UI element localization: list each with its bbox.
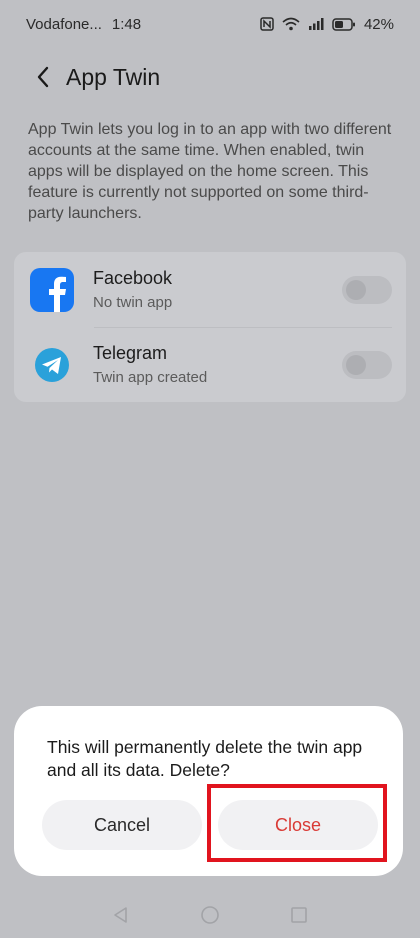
nav-recents-icon[interactable] [288,904,310,926]
nfc-icon [260,17,274,31]
cancel-button[interactable]: Cancel [42,800,202,850]
twin-toggle-telegram[interactable] [342,350,392,379]
status-bar: Vodafone... 1:48 42% [0,0,420,48]
app-row-telegram[interactable]: Telegram Twin app created [14,327,406,402]
wifi-icon [282,17,300,31]
app-row-facebook[interactable]: Facebook No twin app [14,252,406,327]
status-time: 1:48 [111,15,142,33]
page-title: App Twin [66,63,161,90]
telegram-icon [30,343,74,387]
status-right: 42% [260,16,394,33]
battery-percent: 42% [363,15,394,33]
app-text: Telegram Twin app created [93,342,207,388]
app-status: Twin app created [93,368,208,386]
status-left: Vodafone... 1:48 [26,16,141,33]
app-list: Facebook No twin app Telegram Twin app c… [14,252,406,402]
toggle-knob [346,354,366,375]
app-name: Facebook [93,267,173,288]
twin-toggle-facebook[interactable] [342,275,392,304]
app-status: No twin app [93,293,173,311]
header: App Twin [0,54,420,100]
facebook-icon [30,267,74,312]
nav-home-icon[interactable] [199,904,221,926]
toggle-knob [346,279,366,300]
battery-icon [332,17,356,31]
back-chevron-icon [37,66,49,88]
navigation-bar [0,892,420,938]
back-button[interactable] [28,62,58,92]
nav-back-icon[interactable] [110,904,132,926]
carrier-name: Vodafone... [26,15,102,33]
signal-icon [308,17,324,31]
delete-confirm-dialog: This will permanently delete the twin ap… [14,706,403,876]
feature-description: App Twin lets you log in to an app with … [28,121,392,222]
app-text: Facebook No twin app [93,267,172,313]
app-name: Telegram [93,342,168,363]
close-button[interactable]: Close [218,800,378,850]
dialog-message: This will permanently delete the twin ap… [47,737,363,780]
